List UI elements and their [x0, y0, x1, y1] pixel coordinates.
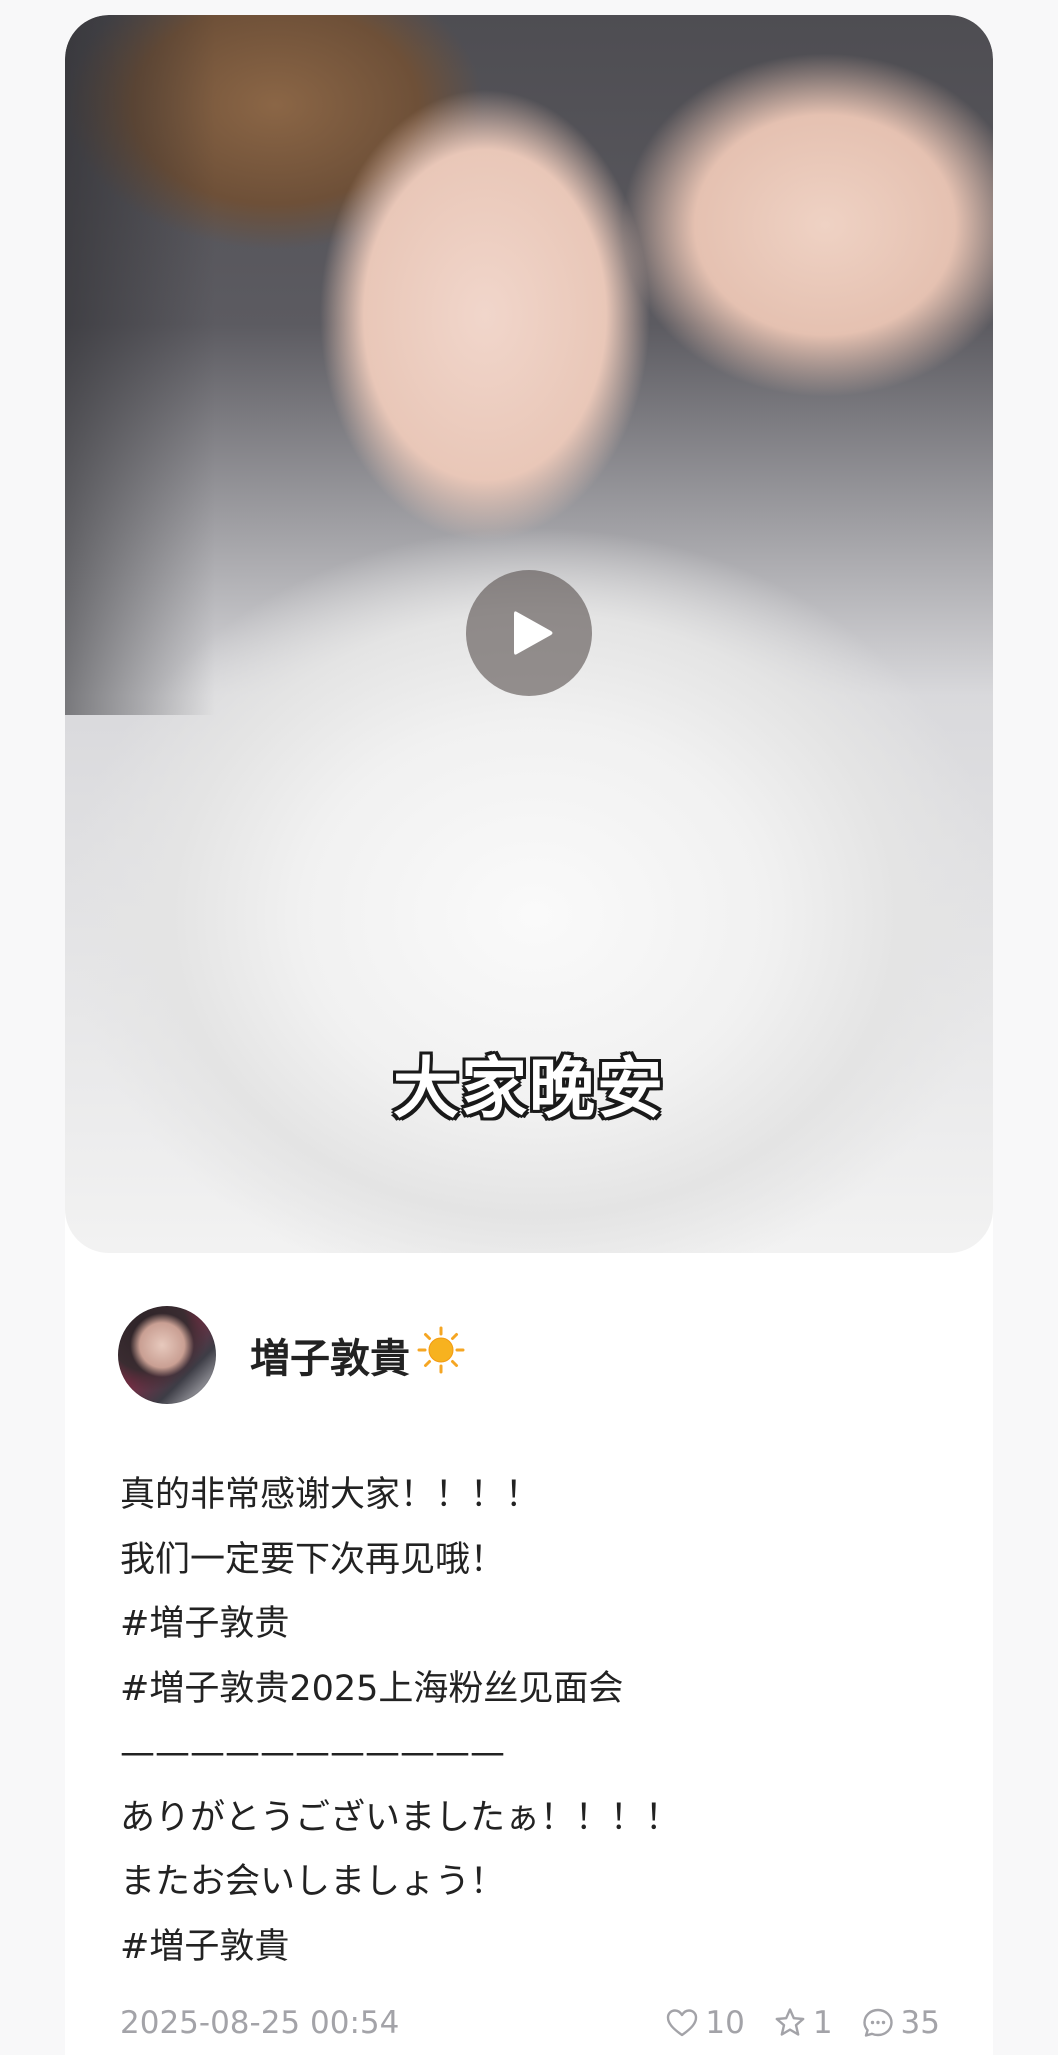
play-button[interactable] — [466, 570, 592, 696]
favorite-count: 1 — [812, 2005, 833, 2041]
post-meta: 2025-08-25 00:54 10 1 35 — [120, 2000, 940, 2046]
like-button[interactable]: 10 — [665, 2005, 745, 2041]
author-name: 増子敦貴 — [250, 1336, 410, 1382]
author-row: 増子敦貴 — [118, 1305, 466, 1405]
video-caption: 大家晚安 — [393, 1050, 665, 1127]
video-shade — [65, 15, 215, 715]
author-name-link[interactable]: 増子敦貴 — [250, 1325, 466, 1385]
hashtag-link[interactable]: #増子敦贵 — [120, 1592, 940, 1657]
post-text: 真的非常感谢大家！！！！ 我们一定要下次再见哦！ #増子敦贵 #増子敦贵2025… — [120, 1463, 940, 1979]
post-line: ありがとうございましたぁ！！！！ — [120, 1797, 681, 1838]
post-divider-line: ——————————— — [120, 1733, 505, 1773]
hashtag-link[interactable]: #増子敦貴 — [120, 1915, 940, 1980]
post-card: 大家晚安 増子敦貴 真的非常感谢大家！！！！ 我们一定要下次再见哦！ #増子敦贵… — [65, 15, 993, 2055]
like-count: 10 — [705, 2005, 745, 2041]
heart-icon — [667, 2009, 698, 2037]
video-cover[interactable]: 大家晚安 — [65, 15, 993, 1253]
timestamp: 2025-08-25 00:54 — [120, 2005, 400, 2041]
post-line: 真的非常感谢大家！！！！ — [120, 1475, 541, 1515]
star-icon — [775, 2008, 805, 2036]
favorite-button[interactable]: 1 — [773, 2005, 833, 2041]
post-stats: 10 1 35 — [637, 2005, 940, 2041]
post-line: 我们一定要下次再见哦！ — [120, 1539, 506, 1580]
sun-icon — [416, 1325, 466, 1385]
comment-icon — [862, 2008, 893, 2037]
comment-button[interactable]: 35 — [861, 2005, 940, 2041]
comment-count: 35 — [900, 2005, 940, 2041]
post-line: またお会いしましょう！ — [120, 1862, 506, 1902]
hashtag-link[interactable]: #増子敦贵2025上海粉丝见面会 — [120, 1657, 940, 1722]
avatar[interactable] — [118, 1306, 216, 1404]
play-icon — [514, 611, 553, 655]
